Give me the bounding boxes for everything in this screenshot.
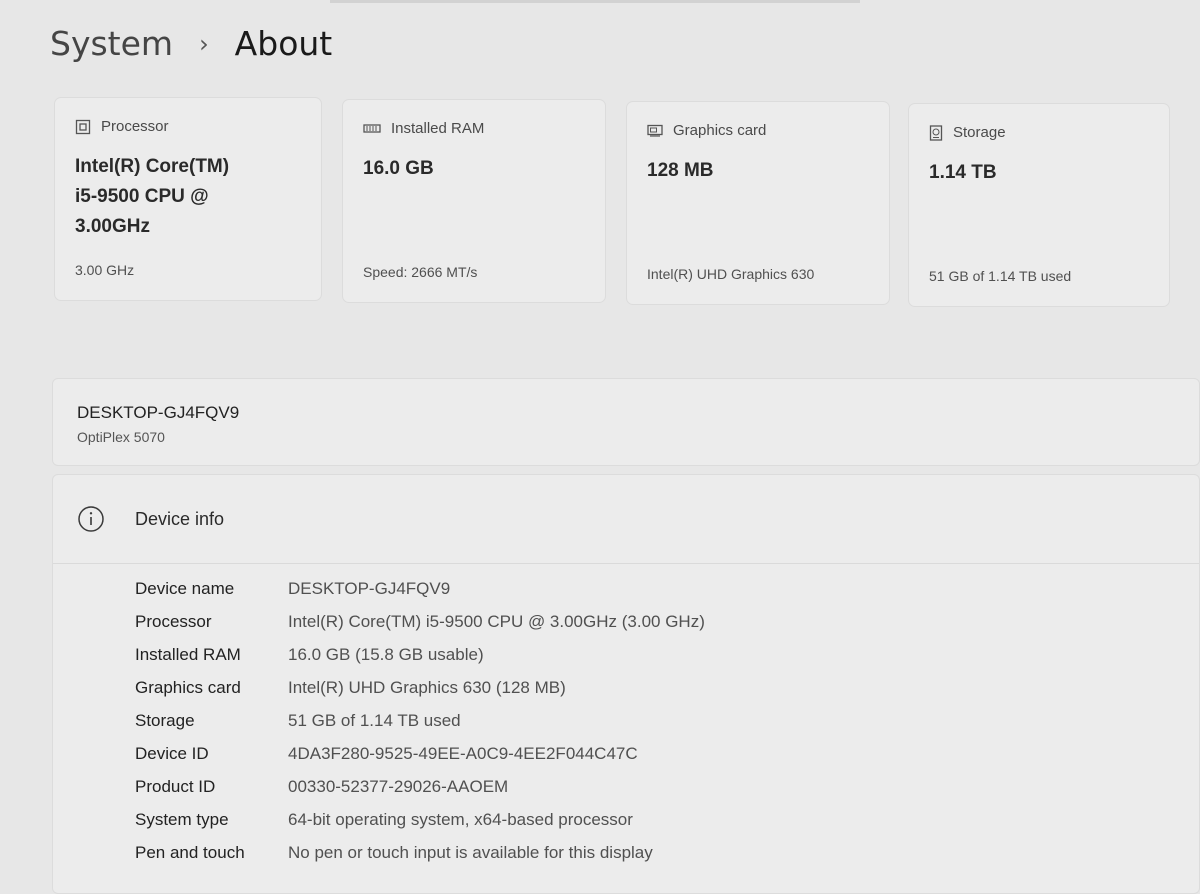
storage-card: Storage 1.14 TB 51 GB of 1.14 TB used bbox=[908, 103, 1170, 307]
spec-label: Product ID bbox=[135, 777, 216, 796]
spec-value: 00330-52377-29026-AAOEM bbox=[288, 777, 509, 796]
ram-icon bbox=[363, 123, 381, 133]
spec-label: Processor bbox=[135, 612, 212, 631]
storage-card-title: Storage bbox=[953, 124, 1006, 141]
spec-label: Device name bbox=[135, 579, 235, 598]
spec-value: 64-bit operating system, x64-based proce… bbox=[288, 810, 633, 829]
spec-row-installed-ram: Installed RAM 16.0 GB (15.8 GB usable) bbox=[135, 645, 484, 665]
spec-label: Installed RAM bbox=[135, 645, 241, 664]
spec-label: Pen and touch bbox=[135, 843, 245, 862]
device-info-title: Device info bbox=[135, 509, 225, 529]
spec-value: DESKTOP-GJ4FQV9 bbox=[288, 579, 451, 598]
chevron-right-icon: › bbox=[199, 29, 209, 58]
spec-row-system-type: System type 64-bit operating system, x64… bbox=[135, 810, 633, 830]
device-name: DESKTOP-GJ4FQV9 bbox=[77, 403, 240, 422]
ram-card-sub: Speed: 2666 MT/s bbox=[363, 264, 478, 280]
spec-label: Storage bbox=[135, 711, 195, 730]
spec-label: System type bbox=[135, 810, 229, 829]
graphics-card-sub: Intel(R) UHD Graphics 630 bbox=[647, 266, 815, 282]
window-top-edge bbox=[330, 0, 860, 3]
spec-row-graphics-card: Graphics card Intel(R) UHD Graphics 630 … bbox=[135, 678, 566, 698]
spec-value: Intel(R) UHD Graphics 630 (128 MB) bbox=[288, 678, 566, 697]
breadcrumb-system[interactable]: System bbox=[50, 24, 173, 63]
spec-label: Graphics card bbox=[135, 678, 241, 697]
graphics-card-icon bbox=[647, 124, 663, 137]
spec-row-pen-and-touch: Pen and touch No pen or touch input is a… bbox=[135, 843, 653, 863]
spec-row-processor: Processor Intel(R) Core(TM) i5-9500 CPU … bbox=[135, 612, 705, 632]
processor-card-value: Intel(R) Core(TM) i5-9500 CPU @ 3.00GHz bbox=[75, 156, 230, 237]
page-title: About bbox=[234, 24, 333, 63]
ram-card-value: 16.0 GB bbox=[363, 158, 434, 179]
ram-card: Installed RAM 16.0 GB Speed: 2666 MT/s bbox=[342, 99, 606, 303]
info-icon bbox=[78, 506, 104, 532]
graphics-card: Graphics card 128 MB Intel(R) UHD Graphi… bbox=[626, 101, 890, 305]
spec-row-product-id: Product ID 00330-52377-29026-AAOEM bbox=[135, 777, 508, 797]
spec-value: Intel(R) Core(TM) i5-9500 CPU @ 3.00GHz … bbox=[288, 612, 705, 631]
breadcrumb: System › About bbox=[50, 24, 332, 63]
processor-icon bbox=[75, 119, 91, 134]
device-info-section: Device info Device name DESKTOP-GJ4FQV9 … bbox=[52, 474, 1200, 894]
spec-row-device-name: Device name DESKTOP-GJ4FQV9 bbox=[135, 579, 450, 599]
processor-card: Processor Intel(R) Core(TM) i5-9500 CPU … bbox=[54, 97, 322, 301]
processor-card-title: Processor bbox=[101, 118, 169, 135]
storage-card-value: 1.14 TB bbox=[929, 162, 997, 183]
ram-card-title: Installed RAM bbox=[391, 120, 485, 137]
processor-card-sub: 3.00 GHz bbox=[75, 262, 135, 278]
spec-row-storage: Storage 51 GB of 1.14 TB used bbox=[135, 711, 461, 731]
storage-card-sub: 51 GB of 1.14 TB used bbox=[929, 268, 1072, 284]
spec-label: Device ID bbox=[135, 744, 209, 763]
spec-value: 4DA3F280-9525-49EE-A0C9-4EE2F044C47C bbox=[288, 744, 638, 763]
device-summary[interactable]: DESKTOP-GJ4FQV9 OptiPlex 5070 bbox=[52, 378, 1200, 466]
storage-icon bbox=[929, 124, 943, 141]
spec-value: No pen or touch input is available for t… bbox=[288, 843, 653, 862]
spec-value: 51 GB of 1.14 TB used bbox=[288, 711, 461, 730]
device-model: OptiPlex 5070 bbox=[77, 429, 165, 445]
spec-row-device-id: Device ID 4DA3F280-9525-49EE-A0C9-4EE2F0… bbox=[135, 744, 638, 764]
spec-value: 16.0 GB (15.8 GB usable) bbox=[288, 645, 484, 664]
graphics-card-value: 128 MB bbox=[647, 160, 714, 181]
device-info-header[interactable]: Device info bbox=[53, 475, 1199, 564]
graphics-card-title: Graphics card bbox=[673, 122, 767, 139]
